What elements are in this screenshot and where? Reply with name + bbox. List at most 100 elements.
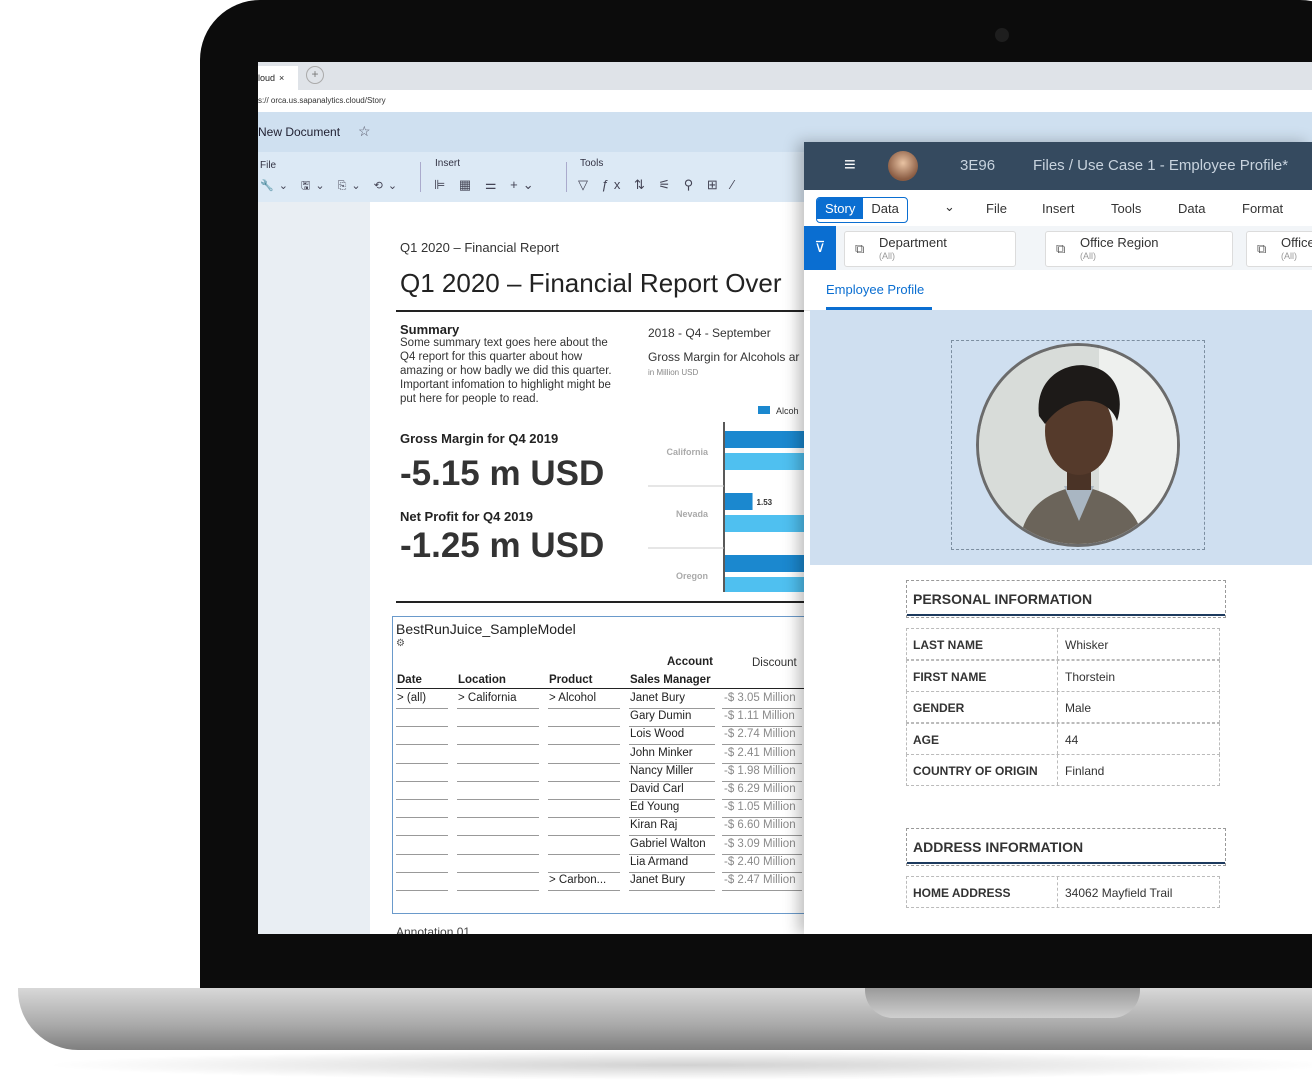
net-profit-value: -1.25 m USD (400, 526, 605, 565)
insert-tools-icons[interactable]: ⊫ ▦ ⚌ +⌄ (434, 177, 539, 193)
table-cell-manager: Janet Bury (630, 692, 685, 704)
cell-divider (629, 780, 715, 782)
cell-divider (722, 799, 802, 800)
photo-frame[interactable] (951, 340, 1205, 550)
employee-photo (976, 343, 1180, 547)
cell-divider (722, 853, 802, 855)
bar[interactable] (725, 493, 753, 510)
cell-divider (629, 744, 715, 746)
cell-divider (629, 726, 715, 728)
table-cell-discount: -$ 1.11 Million (724, 710, 795, 723)
browser-tab[interactable]: loud × (258, 66, 298, 90)
info-row: FIRST NAME Thorstein (906, 659, 1220, 692)
field-value: Whisker (1065, 638, 1109, 652)
menu-file[interactable]: File (986, 201, 1007, 216)
cell-divider (629, 853, 715, 855)
table-cell-discount: -$ 6.60 Million (724, 819, 796, 832)
menu-insert[interactable]: Insert (1042, 201, 1075, 216)
cell-divider (629, 762, 715, 764)
cell-divider (629, 835, 715, 837)
filter-office-region[interactable]: ⧉ Office Region (All) (1045, 231, 1233, 267)
column-header[interactable]: Location (458, 674, 506, 686)
summary-text: Some summary text goes here about the Q4… (400, 337, 612, 405)
hamburger-menu-icon[interactable]: ≡ (844, 154, 856, 177)
cell-divider (722, 708, 802, 709)
table-cell-manager: Ed Young (630, 801, 680, 814)
avatar[interactable] (888, 151, 918, 181)
bar[interactable] (725, 453, 810, 470)
bar[interactable] (725, 515, 809, 532)
cell-divider (629, 708, 715, 709)
field-value: Male (1065, 701, 1092, 715)
close-icon[interactable]: × (279, 73, 284, 83)
menu-tools[interactable]: Tools (1111, 201, 1141, 216)
menu-format[interactable]: Format (1242, 201, 1283, 216)
filter-icon: ⧉ (855, 241, 865, 256)
legend-label: Alcoh (776, 406, 799, 416)
cell-divider (1057, 723, 1059, 754)
bar[interactable] (725, 577, 810, 592)
cell-divider (548, 799, 620, 800)
tools-icons[interactable]: ▽ ƒx ⇅ ⚟ ⚲ ⊞ ⁄ (578, 177, 739, 193)
menu-bar: Story Data ⌄ File Insert Tools Data Forma… (804, 190, 1312, 227)
breadcrumb[interactable]: Files / Use Case 1 - Employee Profile* (1033, 157, 1288, 174)
add-filter-icon[interactable]: ⊽ (804, 226, 836, 270)
story-data-toggle[interactable]: Story Data (816, 197, 908, 223)
document-title[interactable]: New Document (258, 125, 340, 139)
table-cell-discount: -$ 1.05 Million (724, 801, 796, 814)
column-header[interactable]: Product (549, 674, 592, 686)
gross-margin-chart[interactable]: AlcohCaliforniaNevada1.534.62Oregon (648, 380, 810, 592)
address-info-section: ADDRESS INFORMATION (906, 828, 1226, 866)
filter-icon: ⧉ (1257, 241, 1267, 256)
field-value: Thorstein (1065, 669, 1116, 684)
table-cell-discount: -$ 2.74 Million (724, 728, 796, 741)
cell-divider (457, 708, 539, 709)
column-header[interactable]: Date (397, 674, 422, 686)
star-icon[interactable]: ☆ (358, 123, 371, 140)
product-member[interactable]: > Carbon... (549, 874, 606, 886)
product-member[interactable]: > Alcohol (549, 692, 596, 704)
location-member[interactable]: > California (458, 692, 517, 704)
filter-department[interactable]: ⧉ Department (All) (844, 231, 1016, 267)
section-underline (907, 614, 1225, 616)
table-cell-manager: Lois Wood (630, 728, 685, 741)
cell-divider (457, 780, 539, 782)
bar[interactable] (725, 431, 810, 448)
chevron-down-icon[interactable]: ⌄ (944, 199, 955, 215)
file-tools-icons[interactable]: 🔧⌄ 🖫⌄ ⎘⌄ ⟲⌄ (260, 177, 402, 196)
field-label: LAST NAME (913, 638, 983, 652)
info-row: GENDER Male (906, 691, 1220, 723)
cell-divider (457, 762, 539, 764)
date-member[interactable]: > (all) (397, 692, 426, 704)
cell-divider (548, 890, 620, 891)
data-label: 1.53 (757, 498, 773, 507)
toolbar-group-tools: Tools (580, 158, 604, 169)
table-cell-discount: -$ 3.09 Million (724, 837, 796, 850)
field-label: AGE (913, 732, 940, 747)
chart-title: Gross Margin for Alcohols ar (648, 350, 800, 364)
column-header[interactable]: Sales Manager (630, 674, 711, 686)
field-label: HOME ADDRESS (913, 886, 1011, 900)
data-mode-button[interactable]: Data (863, 198, 906, 219)
new-tab-button[interactable]: + (306, 66, 324, 84)
cell-divider (722, 817, 802, 819)
cell-divider (1057, 755, 1059, 785)
cell-divider (629, 799, 715, 800)
table-cell-discount: -$ 2.41 Million (724, 746, 796, 759)
info-row: LAST NAME Whisker (906, 628, 1220, 660)
model-icon: ⚙ (396, 638, 405, 649)
filter-office[interactable]: ⧉ Office (All) (1246, 231, 1312, 267)
chart-unit: in Million USD (648, 368, 699, 377)
legend-swatch (758, 406, 770, 414)
column-header-account[interactable]: Account (667, 656, 713, 668)
bar[interactable] (725, 555, 810, 572)
story-mode-button[interactable]: Story (817, 198, 864, 219)
cell-divider (548, 708, 620, 709)
cell-divider (396, 762, 448, 764)
column-header-discount[interactable]: Discount (752, 657, 797, 669)
table-cell-discount: -$ 2.40 Million (724, 855, 796, 868)
tab-employee-profile[interactable]: Employee Profile (826, 282, 924, 297)
field-value: 34062 Mayfield Trail (1065, 886, 1173, 900)
address-bar[interactable]: s:// orca.us.sapanalytics.cloud/Story (258, 90, 1312, 113)
menu-data[interactable]: Data (1178, 201, 1205, 216)
